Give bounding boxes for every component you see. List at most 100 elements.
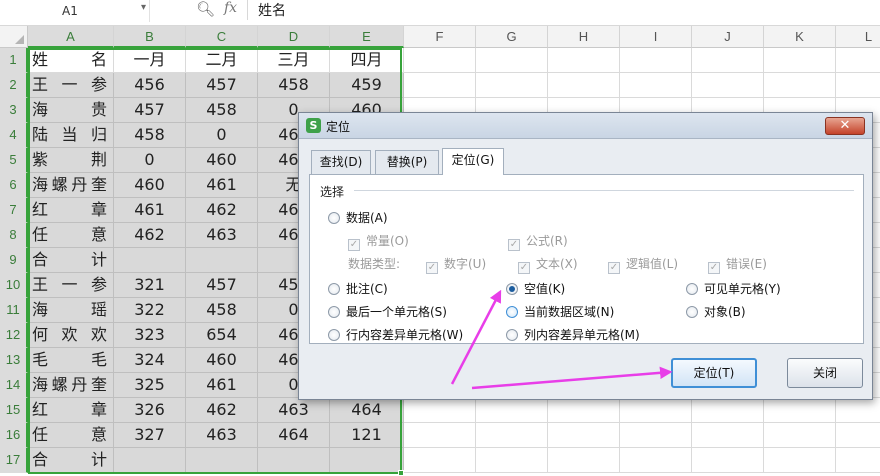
table-cell[interactable] bbox=[692, 423, 764, 448]
table-cell[interactable] bbox=[692, 448, 764, 473]
table-cell[interactable]: 322 bbox=[114, 298, 186, 323]
row-header-10[interactable]: 10 bbox=[0, 273, 28, 298]
table-cell[interactable]: 海螺丹奎 bbox=[28, 373, 114, 398]
header-cell[interactable]: 四月 bbox=[330, 48, 404, 73]
table-cell[interactable] bbox=[764, 423, 836, 448]
table-cell[interactable] bbox=[620, 448, 692, 473]
dialog-titlebar[interactable]: S 定位 ✕ bbox=[299, 113, 872, 139]
table-cell[interactable] bbox=[476, 423, 548, 448]
table-cell[interactable]: 458 bbox=[258, 73, 330, 98]
name-box[interactable]: A1 ▾ bbox=[0, 0, 150, 22]
tab-find[interactable]: 查找(D) bbox=[311, 150, 371, 174]
table-cell[interactable]: 460 bbox=[186, 148, 258, 173]
table-cell[interactable] bbox=[548, 398, 620, 423]
row-header-15[interactable]: 15 bbox=[0, 398, 28, 423]
table-cell[interactable] bbox=[692, 73, 764, 98]
table-cell[interactable]: 460 bbox=[114, 173, 186, 198]
header-cell[interactable]: 二月 bbox=[186, 48, 258, 73]
table-cell[interactable]: 456 bbox=[114, 73, 186, 98]
table-cell[interactable]: 0 bbox=[114, 148, 186, 173]
column-header-k[interactable]: K bbox=[764, 26, 836, 48]
row-header-2[interactable]: 2 bbox=[0, 73, 28, 98]
table-cell[interactable]: 王一参 bbox=[28, 73, 114, 98]
header-cell[interactable]: 三月 bbox=[258, 48, 330, 73]
table-cell[interactable]: 毛毛 bbox=[28, 348, 114, 373]
option-visible-cells[interactable]: 可见单元格(Y) bbox=[686, 280, 781, 297]
table-cell[interactable] bbox=[620, 398, 692, 423]
radio-row-differences[interactable] bbox=[328, 329, 340, 341]
table-cell[interactable]: 海贵 bbox=[28, 98, 114, 123]
table-cell[interactable]: 462 bbox=[186, 398, 258, 423]
column-header-g[interactable]: G bbox=[476, 26, 548, 48]
table-cell[interactable] bbox=[114, 448, 186, 473]
function-icon[interactable]: fx bbox=[224, 0, 237, 16]
radio-comment[interactable] bbox=[328, 283, 340, 295]
row-header-6[interactable]: 6 bbox=[0, 173, 28, 198]
header-cell[interactable] bbox=[620, 48, 692, 73]
table-cell[interactable]: 458 bbox=[186, 98, 258, 123]
row-header-9[interactable]: 9 bbox=[0, 248, 28, 273]
row-header-4[interactable]: 4 bbox=[0, 123, 28, 148]
row-header-3[interactable]: 3 bbox=[0, 98, 28, 123]
header-cell[interactable] bbox=[764, 48, 836, 73]
table-cell[interactable] bbox=[404, 423, 476, 448]
table-cell[interactable]: 合计 bbox=[28, 448, 114, 473]
chevron-down-icon[interactable]: ▾ bbox=[141, 2, 146, 13]
option-current-region[interactable]: 当前数据区域(N) bbox=[506, 303, 614, 320]
table-cell[interactable] bbox=[114, 248, 186, 273]
table-cell[interactable]: 457 bbox=[186, 73, 258, 98]
column-header-c[interactable]: C bbox=[186, 26, 258, 48]
tab-replace[interactable]: 替换(P) bbox=[375, 150, 439, 174]
locate-button[interactable]: 定位(T) bbox=[671, 358, 757, 388]
header-cell[interactable] bbox=[836, 48, 880, 73]
table-cell[interactable] bbox=[404, 73, 476, 98]
table-cell[interactable]: 何欢欢 bbox=[28, 323, 114, 348]
table-cell[interactable] bbox=[548, 423, 620, 448]
table-cell[interactable]: 654 bbox=[186, 323, 258, 348]
table-cell[interactable]: 461 bbox=[186, 173, 258, 198]
table-cell[interactable]: 463 bbox=[186, 423, 258, 448]
table-cell[interactable] bbox=[764, 398, 836, 423]
table-cell[interactable]: 464 bbox=[330, 398, 404, 423]
close-icon[interactable]: ✕ bbox=[825, 117, 865, 135]
header-cell[interactable]: 姓名 bbox=[28, 48, 114, 73]
table-cell[interactable]: 陆当归 bbox=[28, 123, 114, 148]
table-cell[interactable]: 0 bbox=[186, 123, 258, 148]
header-cell[interactable] bbox=[476, 48, 548, 73]
table-cell[interactable] bbox=[476, 398, 548, 423]
row-header-1[interactable]: 1 bbox=[0, 48, 28, 73]
table-cell[interactable] bbox=[836, 73, 880, 98]
table-cell[interactable] bbox=[186, 248, 258, 273]
table-cell[interactable] bbox=[620, 423, 692, 448]
radio-object[interactable] bbox=[686, 306, 698, 318]
table-cell[interactable] bbox=[836, 398, 880, 423]
column-header-h[interactable]: H bbox=[548, 26, 620, 48]
table-cell[interactable]: 321 bbox=[114, 273, 186, 298]
table-cell[interactable]: 任意 bbox=[28, 423, 114, 448]
option-data[interactable]: 数据(A) bbox=[328, 209, 388, 226]
table-cell[interactable]: 红章 bbox=[28, 198, 114, 223]
close-button[interactable]: 关闭 bbox=[787, 358, 863, 388]
column-header-i[interactable]: I bbox=[620, 26, 692, 48]
table-cell[interactable]: 325 bbox=[114, 373, 186, 398]
column-header-a[interactable]: A bbox=[28, 26, 114, 48]
radio-current-region[interactable] bbox=[506, 306, 518, 318]
table-cell[interactable]: 457 bbox=[114, 98, 186, 123]
option-last-cell[interactable]: 最后一个单元格(S) bbox=[328, 303, 447, 320]
row-header-13[interactable]: 13 bbox=[0, 348, 28, 373]
header-cell[interactable]: 一月 bbox=[114, 48, 186, 73]
table-cell[interactable] bbox=[692, 398, 764, 423]
table-cell[interactable]: 458 bbox=[114, 123, 186, 148]
table-cell[interactable]: 462 bbox=[186, 198, 258, 223]
radio-data[interactable] bbox=[328, 212, 340, 224]
column-header-l[interactable]: L bbox=[836, 26, 880, 48]
option-object[interactable]: 对象(B) bbox=[686, 303, 746, 320]
row-header-14[interactable]: 14 bbox=[0, 373, 28, 398]
table-cell[interactable]: 121 bbox=[330, 423, 404, 448]
table-cell[interactable]: 461 bbox=[114, 198, 186, 223]
fill-handle[interactable] bbox=[398, 470, 404, 476]
table-cell[interactable]: 464 bbox=[258, 423, 330, 448]
radio-visible-cells[interactable] bbox=[686, 283, 698, 295]
option-column-differences[interactable]: 列内容差异单元格(M) bbox=[506, 326, 640, 343]
table-cell[interactable]: 323 bbox=[114, 323, 186, 348]
